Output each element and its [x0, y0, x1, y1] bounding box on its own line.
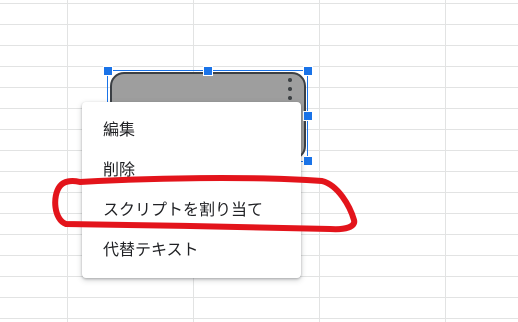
resize-handle-bottom-right[interactable] — [303, 156, 313, 166]
drawing-context-menu: 編集 削除 スクリプトを割り当て 代替テキスト — [82, 102, 301, 278]
kebab-dot — [288, 96, 292, 100]
kebab-dot — [288, 78, 292, 82]
menu-item-edit[interactable]: 編集 — [82, 110, 301, 150]
kebab-dot — [288, 87, 292, 91]
resize-handle-top-center[interactable] — [203, 66, 213, 76]
menu-item-delete[interactable]: 削除 — [82, 150, 301, 190]
more-vert-icon[interactable] — [284, 78, 296, 100]
resize-handle-top-right[interactable] — [303, 66, 313, 76]
menu-item-assign-script[interactable]: スクリプトを割り当て — [82, 190, 301, 230]
menu-item-alt-text[interactable]: 代替テキスト — [82, 230, 301, 270]
resize-handle-middle-right[interactable] — [303, 111, 313, 121]
resize-handle-top-left[interactable] — [103, 66, 113, 76]
